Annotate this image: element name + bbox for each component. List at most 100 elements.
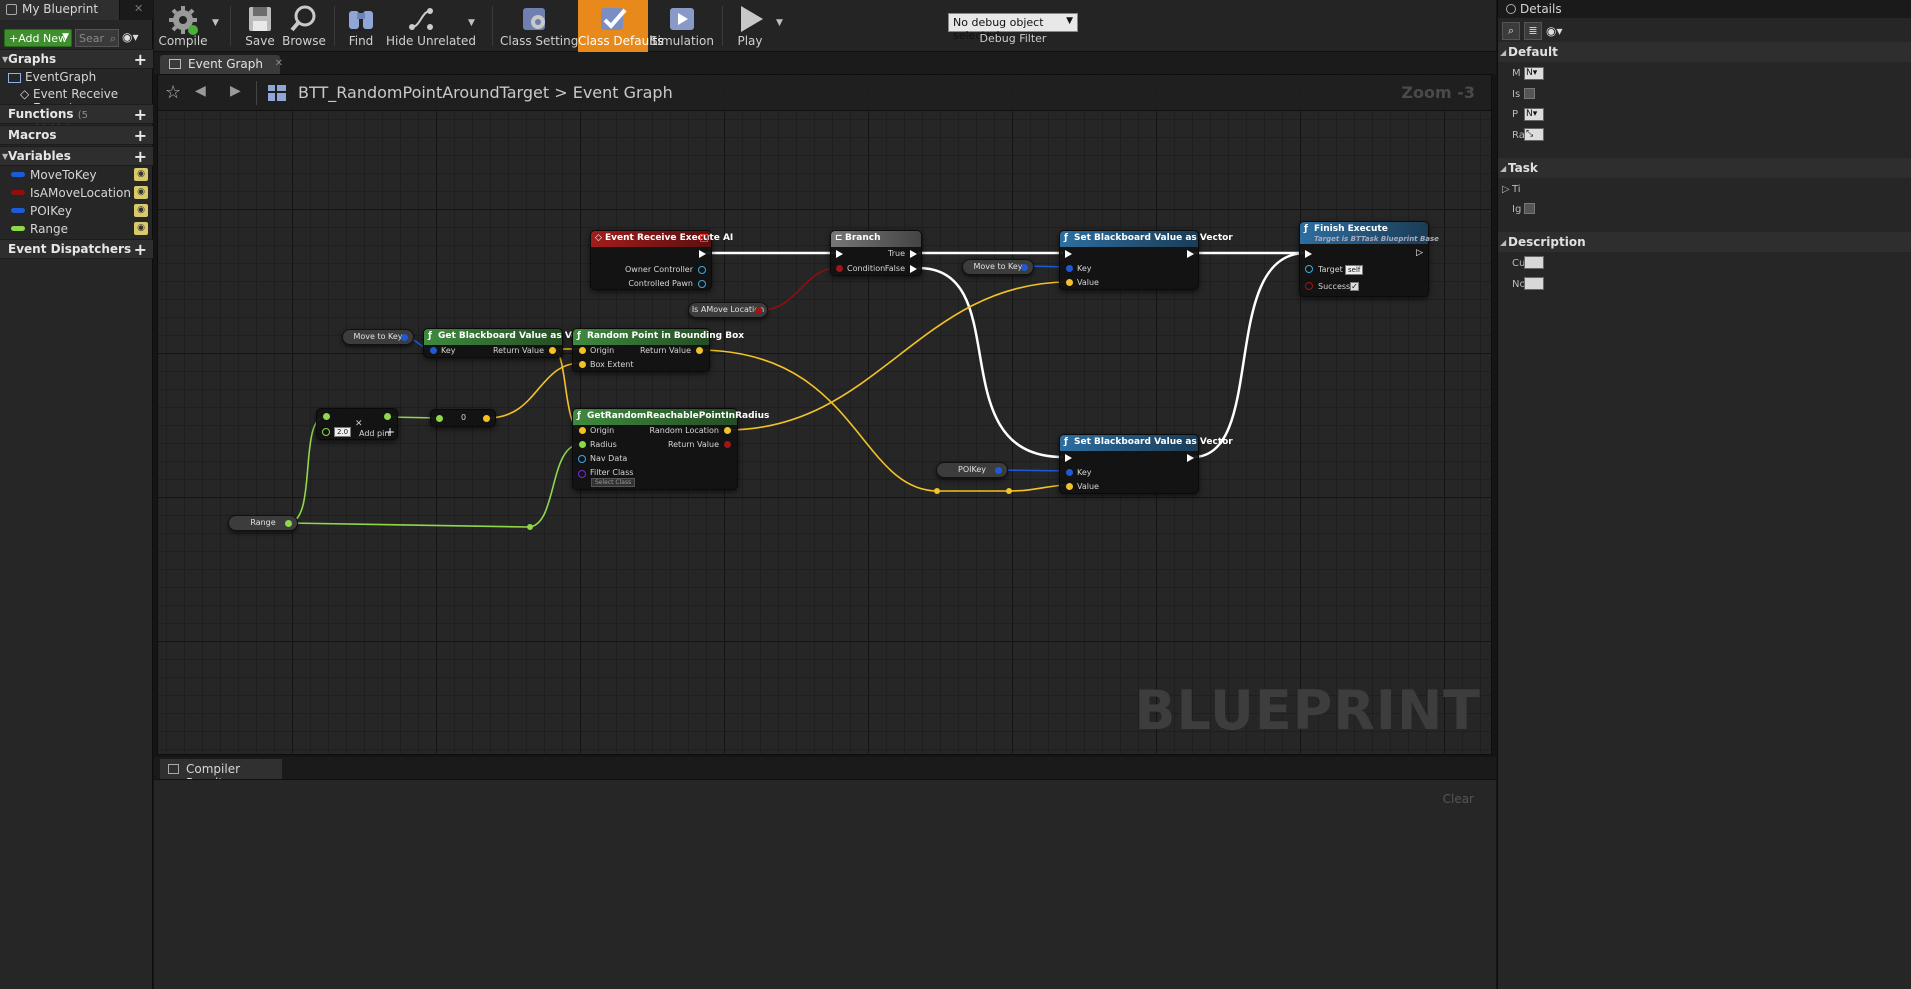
vector-pin[interactable] xyxy=(696,347,703,354)
eye-icon[interactable]: ◉▾ xyxy=(1546,24,1563,38)
exec-out-pin[interactable] xyxy=(699,250,706,258)
vector-pin[interactable] xyxy=(483,415,490,422)
description-section-header[interactable]: ◢ Description xyxy=(1498,232,1911,252)
target-self-field[interactable]: self xyxy=(1345,265,1364,275)
compile-button[interactable]: Compile xyxy=(158,0,208,52)
vector-pin[interactable] xyxy=(724,427,731,434)
add-new-button[interactable]: +Add New ▼ xyxy=(4,29,72,47)
variables-section-header[interactable]: ▼ Variables + xyxy=(0,146,153,166)
node-get-movetokey[interactable]: Move to Key xyxy=(962,259,1034,275)
tab-details[interactable]: Details xyxy=(1520,2,1562,16)
node-finish-execute[interactable]: ƒ Finish Execute Target is BTTask Bluepr… xyxy=(1299,221,1439,297)
variable-item-movetokey[interactable]: MoveToKey ◉ xyxy=(0,166,153,184)
chevron-down-icon[interactable]: ▼ xyxy=(468,18,475,28)
remove-pin-icon[interactable]: ✕ xyxy=(355,419,363,429)
float-pin[interactable] xyxy=(322,428,330,436)
node-make-vector[interactable]: 0 xyxy=(430,409,496,427)
add-pin-plus-icon[interactable]: + xyxy=(385,425,395,439)
float-pin[interactable] xyxy=(384,413,391,420)
default-section-header[interactable]: ◢ Default xyxy=(1498,42,1911,62)
clear-button[interactable]: Clear xyxy=(1443,792,1474,806)
float-pin[interactable] xyxy=(285,520,292,527)
node-event-receive-execute-ai[interactable]: ◇ Event Receive Execute AI Owner Control… xyxy=(590,230,733,290)
property-checkbox[interactable] xyxy=(1524,203,1535,214)
property-picker[interactable]: ⤡ xyxy=(1524,128,1544,141)
class-pin[interactable] xyxy=(578,470,586,478)
key-pin[interactable] xyxy=(1066,469,1073,476)
node-get-movetokey-2[interactable]: Move to Key xyxy=(342,329,414,345)
hide-unrelated-button[interactable]: Hide Unrelated xyxy=(386,0,476,52)
property-text-field[interactable] xyxy=(1524,256,1544,269)
add-macro-button[interactable]: + xyxy=(134,126,147,145)
forward-arrow-icon[interactable]: ▶ xyxy=(230,83,241,99)
star-icon[interactable]: ☆ xyxy=(165,82,181,103)
node-set-blackboard-vector-1[interactable]: ƒ Set Blackboard Value as Vector Key Val… xyxy=(1059,230,1233,290)
node-get-random-reachable-point-in-radius[interactable]: ƒ GetRandomReachablePointInRadius Origin… xyxy=(572,408,769,490)
success-checkbox[interactable]: ✓ xyxy=(1350,282,1359,291)
variable-item-range[interactable]: Range ◉ xyxy=(0,220,153,238)
node-get-poikey[interactable]: POIKey xyxy=(936,462,1008,478)
event-graph-canvas[interactable]: ☆ ◀ ▶ BTT_RandomPointAroundTarget > Even… xyxy=(157,74,1492,755)
bool-pin[interactable] xyxy=(724,441,731,448)
node-branch[interactable]: ⊏ Branch Condition True False xyxy=(830,230,922,276)
vector-pin[interactable] xyxy=(1066,483,1073,490)
eye-icon[interactable]: ◉▾ xyxy=(122,30,139,44)
chevron-down-icon[interactable]: ▼ xyxy=(776,18,783,28)
float-value-field[interactable]: 2.0 xyxy=(334,427,352,437)
variable-item-poikey[interactable]: POIKey ◉ xyxy=(0,202,153,220)
eye-icon[interactable]: ◉ xyxy=(134,186,148,199)
eye-icon[interactable]: ◉ xyxy=(134,168,148,181)
chevron-down-icon[interactable]: ▼ xyxy=(212,18,219,28)
class-defaults-button[interactable]: Class Defaults xyxy=(578,0,663,52)
node-make-float[interactable]: 2.0 ✕ Add pin + xyxy=(316,408,398,440)
property-text-field[interactable] xyxy=(1524,277,1544,290)
exec-in-pin[interactable] xyxy=(836,250,843,258)
debug-object-select[interactable]: No debug object selected ▼ xyxy=(948,13,1078,42)
save-button[interactable]: Save xyxy=(240,0,280,52)
add-event-dispatcher-button[interactable]: + xyxy=(134,240,147,259)
list-view-icon[interactable]: ≣ xyxy=(1524,22,1542,40)
bool-pin[interactable] xyxy=(836,265,843,272)
tree-item-eventgraph[interactable]: EventGraph xyxy=(0,69,153,87)
tab-compiler-results[interactable]: Compiler Results xyxy=(160,759,282,790)
functions-section-header[interactable]: Functions (5 Overridable) + xyxy=(0,104,153,135)
find-button[interactable]: Find xyxy=(340,0,382,52)
float-pin[interactable] xyxy=(323,413,330,420)
object-pin[interactable] xyxy=(578,455,586,463)
blueprint-search-input[interactable]: Sear ⌕ xyxy=(75,29,119,47)
node-random-point-in-bounding-box[interactable]: ƒ Random Point in Bounding Box Origin Re… xyxy=(572,328,744,372)
tab-event-graph[interactable]: Event Graph ✕ xyxy=(160,55,283,74)
collapsed-triangle-icon[interactable]: ▷ xyxy=(1502,184,1510,195)
close-icon[interactable]: ✕ xyxy=(275,58,283,69)
exec-out-pin[interactable] xyxy=(1187,250,1194,258)
browse-button[interactable]: Browse xyxy=(282,0,326,52)
add-graph-button[interactable]: + xyxy=(134,50,147,69)
variable-item-isamovelocation[interactable]: IsAMoveLocation ◉ xyxy=(0,184,153,202)
exec-out-pin[interactable] xyxy=(910,250,917,258)
vector-pin[interactable] xyxy=(579,427,586,434)
float-pin[interactable] xyxy=(436,415,443,422)
play-button[interactable]: Play xyxy=(728,0,772,52)
key-pin[interactable] xyxy=(430,347,437,354)
add-variable-button[interactable]: + xyxy=(134,147,147,166)
key-pin[interactable] xyxy=(995,467,1002,474)
vector-pin[interactable] xyxy=(1066,279,1073,286)
task-section-header[interactable]: ◢ Task xyxy=(1498,158,1911,178)
event-dispatchers-section-header[interactable]: Event Dispatchers + xyxy=(0,239,153,259)
object-pin[interactable] xyxy=(698,266,706,274)
graphs-section-header[interactable]: ▼ Graphs + xyxy=(0,49,153,69)
back-arrow-icon[interactable]: ◀ xyxy=(195,83,206,99)
macros-section-header[interactable]: Macros + xyxy=(0,125,153,145)
search-icon[interactable]: ⌕ xyxy=(1502,22,1520,40)
key-pin[interactable] xyxy=(401,334,408,341)
key-pin[interactable] xyxy=(1021,264,1028,271)
object-pin[interactable] xyxy=(698,280,706,288)
exec-in-pin[interactable] xyxy=(1065,454,1072,462)
property-dropdown[interactable]: N▾ xyxy=(1524,108,1544,121)
key-pin[interactable] xyxy=(1066,265,1073,272)
float-pin[interactable] xyxy=(579,441,586,448)
bool-pin[interactable] xyxy=(1305,282,1313,290)
class-settings-button[interactable]: Class Settings xyxy=(500,0,585,52)
breadcrumb-graph[interactable]: Event Graph xyxy=(573,83,673,102)
vector-pin[interactable] xyxy=(579,347,586,354)
